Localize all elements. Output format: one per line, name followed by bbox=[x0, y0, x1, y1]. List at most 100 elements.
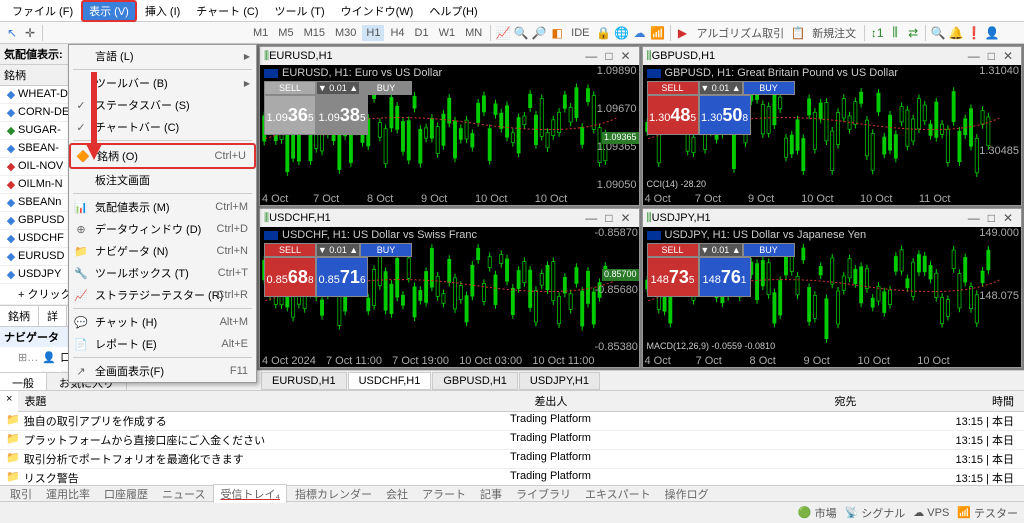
maximize-icon[interactable]: □ bbox=[601, 211, 616, 225]
maximize-icon[interactable]: □ bbox=[984, 211, 999, 225]
lot-input[interactable]: ▼ 0.01 ▲ bbox=[316, 81, 360, 95]
mw-tab-symbols[interactable]: 銘柄 bbox=[0, 306, 39, 326]
zoom-out-icon[interactable]: 🔎 bbox=[531, 25, 547, 41]
menu-insert[interactable]: 挿入 (I) bbox=[137, 0, 188, 22]
chart-tab[interactable]: GBPUSD,H1 bbox=[432, 372, 518, 390]
buy-button[interactable]: 0.85716 bbox=[316, 257, 368, 297]
menu-item[interactable]: ✓ステータスバー (S) bbox=[69, 94, 256, 116]
menu-item[interactable]: 板注文画面 bbox=[69, 169, 256, 191]
menu-item[interactable]: 🔧ツールボックス (T)Ctrl+T bbox=[69, 262, 256, 284]
lot-input[interactable]: ▼ 0.01 ▲ bbox=[699, 243, 743, 257]
chart-canvas[interactable]: USDCHF, H1: US Dollar vs Swiss Franc SEL… bbox=[260, 227, 639, 367]
mail-row[interactable]: 📁プラットフォームから直接口座にご入金くださいTrading Platform1… bbox=[0, 431, 1024, 450]
term-col-subject[interactable]: 表題 bbox=[18, 391, 528, 411]
lot-input[interactable]: ▼ 0.01 ▲ bbox=[699, 81, 743, 95]
algo-trading-button[interactable]: アルゴリズム取引 bbox=[693, 25, 789, 41]
tf-m5[interactable]: M5 bbox=[274, 25, 297, 41]
tf-mn[interactable]: MN bbox=[461, 25, 486, 41]
sell-button[interactable]: 148735 bbox=[647, 257, 699, 297]
chart-canvas[interactable]: EURUSD, H1: Euro vs US Dollar SELL ▼ 0.0… bbox=[260, 65, 639, 205]
terminal-tab[interactable]: 指標カレンダー bbox=[289, 485, 378, 503]
mail-row[interactable]: 📁取引分析でポートフォリオを最適化できますTrading Platform13:… bbox=[0, 450, 1024, 469]
terminal-tab[interactable]: ライブラリ bbox=[510, 485, 577, 503]
status-item[interactable]: 🟢市場 bbox=[798, 505, 837, 521]
tf-m30[interactable]: M30 bbox=[331, 25, 360, 41]
chart-tab[interactable]: USDCHF,H1 bbox=[348, 372, 432, 390]
crosshair-icon[interactable]: ✛ bbox=[22, 25, 38, 41]
chart-line-icon[interactable]: 📈 bbox=[495, 25, 511, 41]
terminal-tab[interactable]: 口座履歴 bbox=[98, 485, 154, 503]
menu-item[interactable]: 📄レポート (E)Alt+E bbox=[69, 333, 256, 355]
tf-h4[interactable]: H4 bbox=[386, 25, 408, 41]
close-icon[interactable]: ✕ bbox=[999, 49, 1017, 63]
status-item[interactable]: ☁VPS bbox=[913, 506, 949, 519]
term-col-from[interactable]: 差出人 bbox=[528, 391, 828, 411]
terminal-tab[interactable]: 会社 bbox=[380, 485, 414, 503]
menu-item[interactable]: ツールバー (B) bbox=[69, 72, 256, 94]
terminal-tab[interactable]: 受信トレイ₄ bbox=[213, 484, 287, 503]
chart-canvas[interactable]: USDJPY, H1: US Dollar vs Japanese Yen SE… bbox=[643, 227, 1022, 367]
tf-m15[interactable]: M15 bbox=[300, 25, 329, 41]
nav-tab-general[interactable]: 一般 bbox=[0, 373, 47, 390]
sell-button[interactable]: 0.85688 bbox=[264, 257, 316, 297]
arrows-icon[interactable]: ⇄ bbox=[905, 25, 921, 41]
terminal-tab[interactable]: 操作ログ bbox=[659, 485, 715, 503]
menu-item[interactable]: 言語 (L) bbox=[69, 45, 256, 67]
tf-m1[interactable]: M1 bbox=[249, 25, 272, 41]
minimize-icon[interactable]: — bbox=[964, 211, 984, 225]
alert-icon[interactable]: ❗ bbox=[966, 25, 982, 41]
mw-tab-details[interactable]: 詳 bbox=[39, 306, 67, 326]
menu-window[interactable]: ウインドウ(W) bbox=[333, 0, 422, 22]
buy-button[interactable]: 1.30508 bbox=[699, 95, 751, 135]
chart-tab[interactable]: EURUSD,H1 bbox=[261, 372, 347, 390]
menu-file[interactable]: ファイル (F) bbox=[4, 0, 81, 22]
sell-button[interactable]: 1.09365 bbox=[264, 95, 316, 135]
status-item[interactable]: 📡シグナル bbox=[845, 505, 906, 521]
menu-item[interactable]: ✓チャートバー (C) bbox=[69, 116, 256, 138]
terminal-tab[interactable]: エキスパート bbox=[579, 485, 657, 503]
new-order-button[interactable]: 新規注文 bbox=[808, 25, 860, 41]
tf-d1[interactable]: D1 bbox=[411, 25, 433, 41]
cloud-icon[interactable]: ☁ bbox=[632, 25, 648, 41]
user-icon[interactable]: 👤 bbox=[984, 25, 1000, 41]
autotrade-icon[interactable]: ↕1 bbox=[869, 25, 885, 41]
menu-item[interactable]: 📈ストラテジーテスター (R)Ctrl+R bbox=[69, 284, 256, 306]
sell-button[interactable]: 1.30485 bbox=[647, 95, 699, 135]
chart-tab[interactable]: USDJPY,H1 bbox=[519, 372, 600, 390]
algo-icon[interactable]: ▶ bbox=[675, 25, 691, 41]
menu-item[interactable]: 🔶銘柄 (O)Ctrl+U bbox=[69, 143, 256, 169]
menu-help[interactable]: ヘルプ(H) bbox=[421, 0, 485, 22]
bell-icon[interactable]: 🔔 bbox=[948, 25, 964, 41]
menu-item[interactable]: 💬チャット (H)Alt+M bbox=[69, 311, 256, 333]
close-icon[interactable]: ✕ bbox=[999, 211, 1017, 225]
mail-row[interactable]: 📁リスク警告Trading Platform13:15 | 本日 bbox=[0, 469, 1024, 485]
close-icon[interactable]: ✕ bbox=[616, 211, 634, 225]
minimize-icon[interactable]: — bbox=[964, 49, 984, 63]
mail-row[interactable]: 📁独自の取引アプリを作成するTrading Platform13:15 | 本日 bbox=[0, 412, 1024, 431]
status-item[interactable]: 📶テスター bbox=[957, 505, 1018, 521]
search-icon[interactable]: 🔍 bbox=[930, 25, 946, 41]
maximize-icon[interactable]: □ bbox=[601, 49, 616, 63]
minimize-icon[interactable]: — bbox=[581, 211, 601, 225]
signal-icon[interactable]: 📶 bbox=[650, 25, 666, 41]
close-icon[interactable]: ✕ bbox=[616, 49, 634, 63]
terminal-tab[interactable]: アラート bbox=[416, 485, 472, 503]
globe-icon[interactable]: 🌐 bbox=[614, 25, 630, 41]
menu-tools[interactable]: ツール (T) bbox=[267, 0, 333, 22]
lock-icon[interactable]: 🔒 bbox=[596, 25, 612, 41]
ide-button[interactable]: IDE bbox=[567, 27, 593, 39]
terminal-tab[interactable]: ニュース bbox=[156, 485, 211, 503]
zoom-in-icon[interactable]: 🔍 bbox=[513, 25, 529, 41]
term-col-time[interactable]: 時間 bbox=[948, 391, 1024, 411]
maximize-icon[interactable]: □ bbox=[984, 49, 999, 63]
menu-item[interactable]: 📁ナビゲータ (N)Ctrl+N bbox=[69, 240, 256, 262]
terminal-tab[interactable]: 運用比率 bbox=[40, 485, 96, 503]
buy-button[interactable]: 1.09385 bbox=[316, 95, 368, 135]
chart-canvas[interactable]: GBPUSD, H1: Great Britain Pound vs US Do… bbox=[643, 65, 1022, 205]
menu-item[interactable]: ⊕データウィンドウ (D)Ctrl+D bbox=[69, 218, 256, 240]
terminal-close-icon[interactable]: × bbox=[0, 391, 18, 412]
terminal-tab[interactable]: 記事 bbox=[474, 485, 508, 503]
new-order-icon[interactable]: 📋 bbox=[790, 25, 806, 41]
lot-input[interactable]: ▼ 0.01 ▲ bbox=[316, 243, 360, 257]
indicator-icon[interactable]: ◧ bbox=[549, 25, 565, 41]
